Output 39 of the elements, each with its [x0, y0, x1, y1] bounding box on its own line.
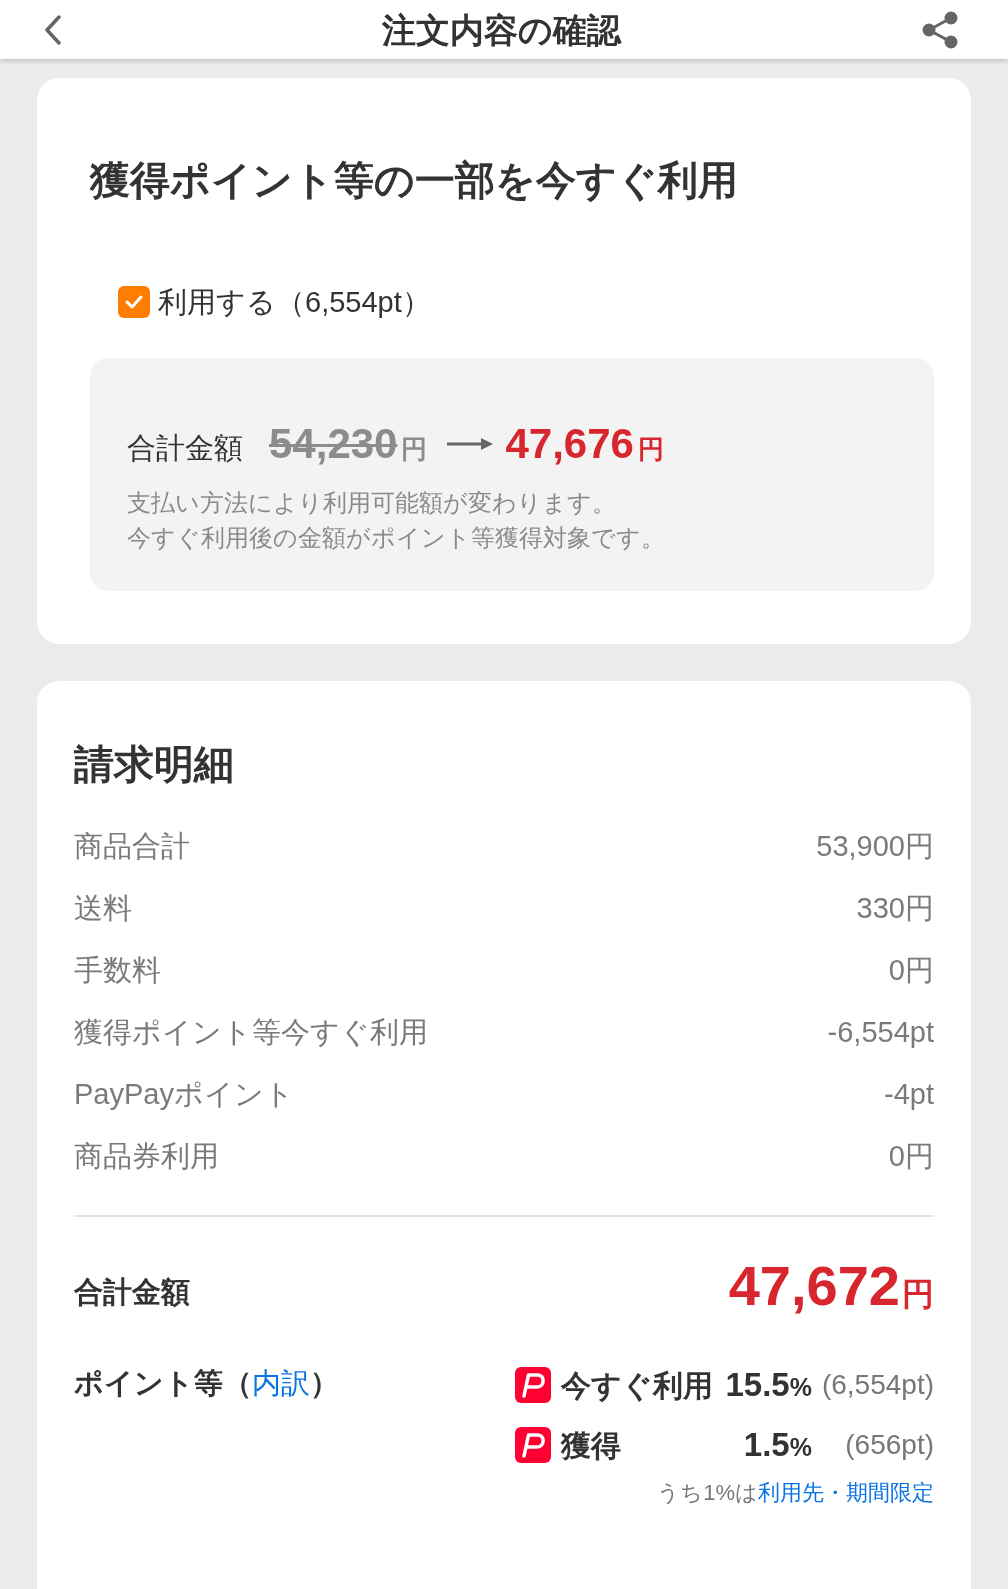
row-value: 53,900円 — [816, 829, 934, 865]
rate-value: 15.5% — [725, 1365, 812, 1406]
arrow-right-icon — [447, 437, 494, 451]
points-amount: (656pt) — [845, 1428, 934, 1462]
row-value: -4pt — [884, 1077, 934, 1113]
note-text: うち1%は利用先・期間限定 — [657, 1479, 934, 1507]
note-text: 今すぐ利用後の金額がポイント等獲得対象です。 — [127, 523, 665, 553]
row-label: 商品合計 — [74, 829, 190, 865]
points-label: ポイント等（内訳） — [74, 1366, 339, 1401]
checkbox-label[interactable]: 利用する（6,554pt） — [158, 284, 431, 320]
logo-icon — [515, 1427, 552, 1463]
points-amount: (6,554pt) — [821, 1368, 934, 1402]
back-icon[interactable] — [44, 14, 62, 45]
discounted-price: 47,676 円 — [505, 419, 664, 469]
restriction-link[interactable]: 利用先・期間限定 — [758, 1480, 934, 1505]
row-value: 0円 — [888, 953, 934, 989]
rate-value: 1.5% — [743, 1425, 812, 1466]
points-type-label: 今すぐ利用 — [561, 1367, 714, 1404]
page-title: 注文内容の確認 — [381, 9, 621, 51]
note-text: 支払い方法により利用可能額が変わります。 — [127, 488, 616, 518]
row-value: 330円 — [856, 891, 934, 927]
row-value: -6,554pt — [827, 1015, 934, 1051]
points-type-label: 獲得 — [561, 1427, 622, 1464]
section-title: 請求明細 — [74, 741, 234, 788]
logo-icon — [515, 1367, 552, 1403]
breakdown-link[interactable]: 内訳 — [252, 1367, 310, 1399]
row-value: 0円 — [888, 1139, 934, 1175]
section-title: 獲得ポイント等の一部を今すぐ利用 — [90, 157, 738, 204]
row-label: 送料 — [74, 891, 132, 927]
row-label: 手数料 — [74, 953, 161, 989]
total-label: 合計金額 — [127, 431, 243, 466]
row-label: 商品券利用 — [74, 1139, 219, 1175]
original-price: 54,230 円 — [269, 419, 428, 469]
row-label: PayPayポイント — [74, 1077, 294, 1113]
checkbox[interactable] — [118, 286, 150, 318]
row-label: 獲得ポイント等今すぐ利用 — [74, 1015, 428, 1051]
total-label: 合計金額 — [74, 1275, 190, 1311]
total-price: 47,672円 — [728, 1253, 934, 1319]
share-icon[interactable] — [922, 10, 958, 49]
